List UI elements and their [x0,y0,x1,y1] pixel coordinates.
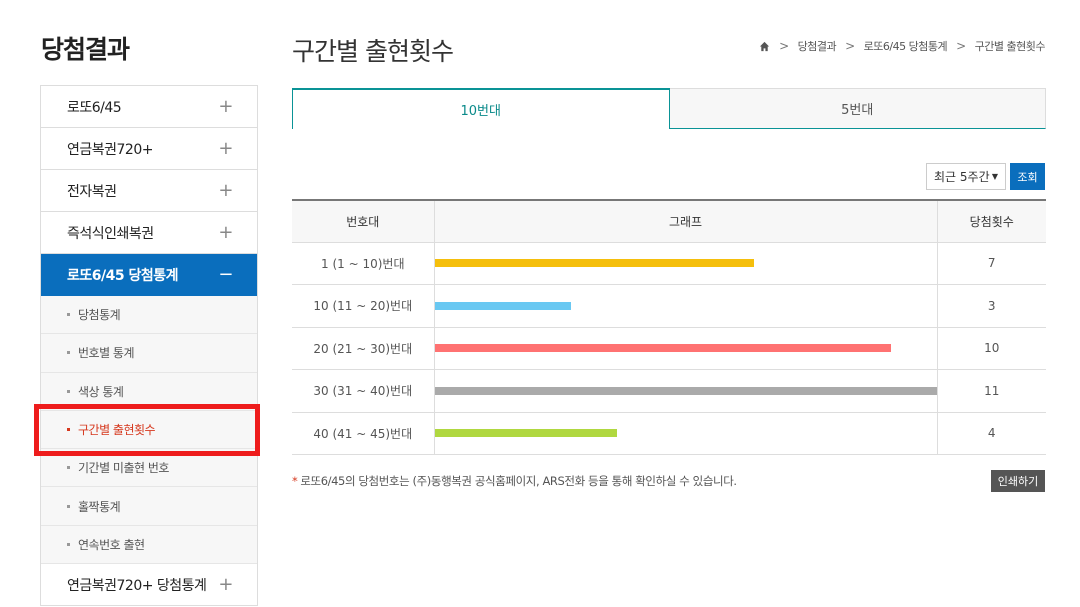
plus-icon: + [218,96,233,117]
minus-icon: − [218,264,233,285]
page-title: 구간별 출현횟수 [292,37,454,66]
period-select[interactable]: 최근 5주간 ▼ [926,163,1006,190]
plus-icon: + [218,222,233,243]
chevron-right-icon: > [845,39,855,53]
count-cell: 11 [936,369,1046,413]
range-cell: 20 (21 ~ 30)번대 [292,327,434,370]
plus-icon: + [218,180,233,201]
filter-bar: 최근 5주간 ▼ 조회 [926,163,1045,190]
submenu-label: 구간별 출현횟수 [78,423,156,438]
frequency-bar [434,386,937,395]
submenu-label: 연속번호 출현 [78,537,145,552]
column-header: 당첨횟수 [936,199,1046,243]
breadcrumb-item[interactable]: 로또6/45 당첨통계 [864,38,948,54]
table-row: 20 (21 ~ 30)번대 10 [292,327,1046,370]
print-button[interactable]: 인쇄하기 [991,470,1045,492]
breadcrumb: > 당첨결과 > 로또6/45 당첨통계 > 구간별 출현횟수 [759,38,1046,54]
sidebar-nav: 로또6/45 + 연금복권720+ + 전자복권 + 즉석식인쇄복권 + 로또6… [40,85,258,607]
plus-icon: + [218,138,233,159]
submenu-label: 색상 통계 [78,384,124,399]
search-button[interactable]: 조회 [1010,163,1045,190]
range-cell: 10 (11 ~ 20)번대 [292,284,434,328]
graph-cell [433,284,937,328]
range-cell: 1 (1 ~ 10)번대 [292,242,434,285]
submenu-label: 당첨통계 [78,308,121,323]
graph-cell [433,327,937,370]
sidebar-item-label: 전자복권 [67,183,117,200]
graph-cell [433,242,937,285]
sidebar-item-label: 연금복권720+ [67,141,153,158]
sidebar-item-pension-stats[interactable]: 연금복권720+ 당첨통계 + [41,564,257,607]
sidebar-item-lotto645[interactable]: 로또6/45 + [41,86,257,128]
submenu-item-consecutive[interactable]: 연속번호 출현 [41,526,257,565]
sidebar-submenu: 당첨통계 번호별 통계 색상 통계 구간별 출현횟수 기간별 미출현 번호 홀짝… [41,296,257,565]
column-header: 그래프 [433,199,937,243]
frequency-bar [434,301,572,310]
sidebar-item-electronic[interactable]: 전자복권 + [41,170,257,212]
sidebar-item-lotto-stats[interactable]: 로또6/45 당첨통계 − [41,254,257,296]
bullet-icon [67,351,70,355]
range-cell: 40 (41 ~ 45)번대 [292,412,434,455]
breadcrumb-item[interactable]: 당첨결과 [798,38,837,54]
range-cell: 30 (31 ~ 40)번대 [292,369,434,413]
tab-10s[interactable]: 10번대 [292,88,670,129]
submenu-label: 홀짝통계 [78,499,121,514]
caret-down-icon: ▼ [991,172,998,181]
graph-cell [433,412,937,455]
tab-5s[interactable]: 5번대 [669,88,1046,129]
asterisk-icon: * [292,474,298,488]
sidebar-item-instant[interactable]: 즉석식인쇄복권 + [41,212,257,254]
tab-bar: 10번대 5번대 [292,88,1046,129]
bullet-icon [67,504,70,508]
notice-text-body: 로또6/45의 당첨번호는 (주)동행복권 공식홈페이지, ARS전화 등을 통… [300,474,737,488]
notice-text: * 로또6/45의 당첨번호는 (주)동행복권 공식홈페이지, ARS전화 등을 … [292,473,737,489]
sidebar-title: 당첨결과 [41,35,130,64]
sidebar-item-pension720[interactable]: 연금복권720+ + [41,128,257,170]
submenu-item-range-count[interactable]: 구간별 출현횟수 [41,411,257,450]
chevron-right-icon: > [956,39,966,53]
table-row: 10 (11 ~ 20)번대 3 [292,284,1046,328]
column-header: 번호대 [292,199,434,243]
table-row: 40 (41 ~ 45)번대 4 [292,412,1046,455]
bullet-icon [67,313,70,317]
submenu-label: 번호별 통계 [78,346,135,361]
bullet-icon [67,428,70,432]
frequency-bar [434,429,618,438]
chevron-right-icon: > [779,39,789,53]
submenu-item-odd-even[interactable]: 홀짝통계 [41,487,257,526]
table-row: 1 (1 ~ 10)번대 7 [292,242,1046,285]
count-cell: 7 [936,242,1046,285]
period-select-value: 최근 5주간 [934,170,990,184]
count-cell: 10 [936,327,1046,370]
sidebar-item-label: 로또6/45 [67,99,122,116]
submenu-item-missing-numbers[interactable]: 기간별 미출현 번호 [41,449,257,488]
plus-icon: + [218,574,233,596]
sidebar-item-label: 로또6/45 당첨통계 [67,267,179,284]
submenu-item-number-stats[interactable]: 번호별 통계 [41,334,257,373]
submenu-item-win-stats[interactable]: 당첨통계 [41,296,257,335]
breadcrumb-item: 구간별 출현횟수 [974,40,1046,53]
submenu-label: 기간별 미출현 번호 [78,461,169,476]
graph-cell [433,369,937,413]
range-stats-table: 번호대 그래프 당첨횟수 1 (1 ~ 10)번대 7 10 (11 ~ 20)번대… [292,199,1046,455]
sidebar-item-label: 연금복권720+ 당첨통계 [67,577,207,594]
submenu-item-color-stats[interactable]: 색상 통계 [41,373,257,411]
frequency-bar [434,344,891,353]
count-cell: 3 [936,284,1046,328]
bullet-icon [67,389,70,393]
table-row: 30 (31 ~ 40)번대 11 [292,369,1046,413]
bullet-icon [67,542,70,546]
bullet-icon [67,466,70,470]
frequency-bar [434,259,754,268]
sidebar-item-label: 즉석식인쇄복권 [67,225,154,242]
count-cell: 4 [936,412,1046,455]
home-icon[interactable] [759,41,770,52]
